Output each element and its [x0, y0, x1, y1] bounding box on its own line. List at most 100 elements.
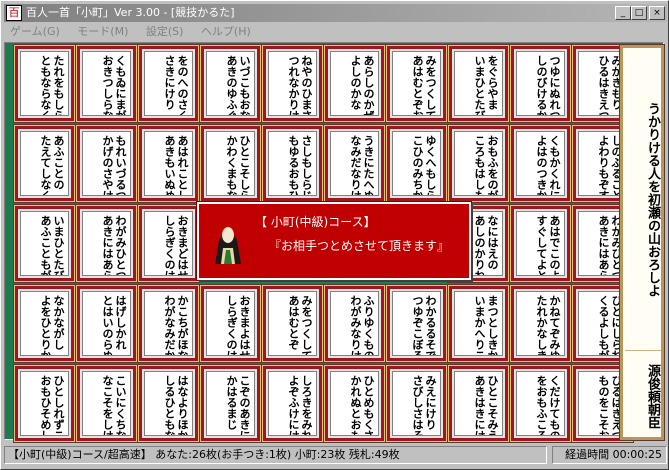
torifuda-card[interactable]: くだけてもの をおもふころかな — [510, 365, 571, 442]
torifuda-card[interactable]: ひとこそみえね あきはきにけり — [448, 365, 509, 442]
torifuda-card[interactable]: こいにくちなむ なこそをしけれ — [76, 365, 137, 442]
maximize-button[interactable]: □ — [631, 6, 647, 20]
card-text: あはでこのよを すぐしてよとや — [535, 215, 561, 276]
card-face: おきまよはせる しらぎくのはな — [206, 291, 255, 356]
torifuda-card[interactable]: ひとこそしらね かわくまもなし — [200, 125, 261, 202]
card-face: たれをもしらむ ともならなくに — [20, 51, 69, 116]
torifuda-card[interactable]: こぞのあきには かはるまじ — [200, 365, 261, 442]
card-text: もれいづるつきの かげのさやけさ — [101, 135, 127, 196]
elapsed-time: 経過時間 00:00:25 — [552, 446, 667, 464]
torifuda-card[interactable]: はなよりほかに しるひともなし — [138, 365, 199, 442]
card-text: ひとこそしらね かわくまもなし — [225, 135, 251, 196]
opponent-dialog[interactable]: 【 小町(中級)コース】 『お相手つとめさせて頂きます』 — [197, 202, 471, 280]
minimize-button[interactable]: _ — [615, 6, 631, 20]
torifuda-card[interactable]: おもふをのが ころもはしもに — [448, 125, 509, 202]
card-face: おきまどはせる しらぎくのはな — [144, 211, 193, 276]
card-text: ふりゆくものは わがみなりけり — [349, 295, 375, 356]
card-face: みをつくしても あはむとぞ — [268, 291, 317, 356]
torifuda-card[interactable]: をのへのさくら さきにけり — [138, 45, 199, 122]
torifuda-card[interactable]: わかるるそでに つゆぞこぼるる — [386, 285, 447, 362]
torifuda-card[interactable]: わがみひとつの あきにはあらねど — [76, 205, 137, 282]
torifuda-card[interactable]: たれをもしらむ ともならなくに — [14, 45, 75, 122]
torifuda-card[interactable]: ゆくへもしらぬ こひのみちかな — [386, 125, 447, 202]
torifuda-card[interactable]: あはれことしの あきもいぬめり — [138, 125, 199, 202]
torifuda-card[interactable]: みをつくしても あはむとぞおもふ — [386, 45, 447, 122]
card-text: しろきをみれば よぞふけにける — [287, 375, 313, 436]
card-text: なかながし よをひとりかも — [39, 295, 65, 356]
card-face: いづこもおなじ あきのゆふぐれ — [206, 51, 255, 116]
torifuda-card[interactable]: をぐらやま いまひとたびの — [448, 45, 509, 122]
card-face: つゆにぬれつつ しのびけるかな — [516, 51, 565, 116]
menu-bar: ゲーム(G) モード(M) 設定(S) ヘルプ(H) — [4, 23, 667, 40]
torifuda-card[interactable]: おきまどはせる しらぎくのはな — [138, 205, 199, 282]
card-text: ひとしれずこそ おもひそめしか — [39, 375, 65, 436]
torifuda-card[interactable]: あはでこのよを すぐしてよとや — [510, 205, 571, 282]
card-face: かねてぞみゆる たれかなしき — [516, 291, 565, 356]
torifuda-card[interactable]: うきにたへぬは なみだなりけり — [324, 125, 385, 202]
card-text: くもかくれにし よはのつきかな — [535, 135, 561, 196]
menu-game[interactable]: ゲーム(G) — [10, 23, 60, 40]
menu-settings[interactable]: 設定(S) — [146, 23, 184, 40]
card-face: まつとしきかば いまかへりこむ — [454, 291, 503, 356]
card-text: みをつくしても あはむとぞ — [287, 295, 313, 356]
torifuda-card[interactable]: なかながし よをひとりかも — [14, 285, 75, 362]
card-face: ふりゆくものは わがみなりけり — [330, 291, 379, 356]
card-text: おきまよはせる しらぎくのはな — [225, 295, 251, 356]
torifuda-card[interactable]: つゆにぬれつつ しのびけるかな — [510, 45, 571, 122]
card-text: さしもしらじな もゆるおもひを — [287, 135, 313, 196]
dialog-course: 【 小町(中級)コース】 — [255, 215, 376, 229]
card-text: くもゐにまがふ おきつしらなみ — [101, 55, 127, 116]
card-face: こぞのあきには かはるまじ — [206, 371, 255, 436]
torifuda-card[interactable]: ふりゆくものは わがみなりけり — [324, 285, 385, 362]
window-title: 百人一首「小町」Ver 3.00 - [競技かるた] — [26, 6, 235, 19]
card-face: くもゐにまがふ おきつしらなみ — [82, 51, 131, 116]
menu-mode[interactable]: モード(M) — [77, 23, 128, 40]
card-text: ゆくへもしらぬ こひのみちかな — [411, 135, 437, 196]
card-text: はげしかれ とはいのらぬを — [101, 295, 127, 356]
reading-card: うかりける人を初瀬の山おろしよ 源俊頼朝臣 — [619, 44, 665, 441]
torifuda-card[interactable]: ひとしれずこそ おもひそめしか — [14, 365, 75, 442]
app-window: 百 百人一首「小町」Ver 3.00 - [競技かるた] _ □ × ゲーム(G… — [0, 0, 669, 470]
card-face: をのへのさくら さきにけり — [144, 51, 193, 116]
dialog-message: 『お相手つとめさせて頂きます』 — [269, 239, 450, 253]
card-text: なにはえの あしのかりね — [473, 215, 499, 276]
torifuda-card[interactable]: もれいづるつきの かげのさやけさ — [76, 125, 137, 202]
card-face: しろきをみれば よぞふけにける — [268, 371, 317, 436]
torifuda-card[interactable]: まつとしきかば いまかへりこむ — [448, 285, 509, 362]
torifuda-card[interactable]: おきまよはせる しらぎくのはな — [200, 285, 261, 362]
torifuda-card[interactable]: くもかくれにし よはのつきかな — [510, 125, 571, 202]
torifuda-card[interactable]: あふことの たえてしなくは — [14, 125, 75, 202]
komachi-portrait-icon — [211, 218, 245, 264]
torifuda-card[interactable]: みえにけり さびしさはそこ — [386, 365, 447, 442]
torifuda-card[interactable]: いづこもおなじ あきのゆふぐれ — [200, 45, 261, 122]
menu-help[interactable]: ヘルプ(H) — [201, 23, 251, 40]
close-button[interactable]: × — [649, 6, 665, 20]
card-face: くもかくれにし よはのつきかな — [516, 131, 565, 196]
card-face: ひとこそしらね かわくまもなし — [206, 131, 255, 196]
card-text: わかるるそでに つゆぞこぼるる — [411, 295, 437, 356]
card-face: をぐらやま いまひとたびの — [454, 51, 503, 116]
card-text: みえにけり さびしさはそこ — [411, 375, 437, 436]
torifuda-card[interactable]: さしもしらじな もゆるおもひを — [262, 125, 323, 202]
torifuda-card[interactable]: くもゐにまがふ おきつしらなみ — [76, 45, 137, 122]
title-bar[interactable]: 百 百人一首「小町」Ver 3.00 - [競技かるた] _ □ × — [4, 4, 667, 22]
card-text: あらしのかぜに よしのかな — [349, 55, 375, 116]
card-text: こいにくちなむ なこそをしけれ — [101, 375, 127, 436]
card-text: ねやのひまさへ つれなかりけり — [287, 55, 313, 116]
torifuda-card[interactable]: かねてぞみゆる たれかなしき — [510, 285, 571, 362]
card-text: をぐらやま いまひとたびの — [473, 55, 499, 116]
torifuda-card[interactable]: ひとめもくさも かれぬとおもへば — [324, 365, 385, 442]
card-face: ひとこそみえね あきはきにけり — [454, 371, 503, 436]
card-face: はげしかれ とはいのらぬを — [82, 291, 131, 356]
torifuda-card[interactable]: あらしのかぜに よしのかな — [324, 45, 385, 122]
card-face: わかるるそでに つゆぞこぼるる — [392, 291, 441, 356]
torifuda-card[interactable]: しろきをみれば よぞふけにける — [262, 365, 323, 442]
torifuda-card[interactable]: はげしかれ とはいのらぬを — [76, 285, 137, 362]
torifuda-card[interactable]: みをつくしても あはむとぞ — [262, 285, 323, 362]
torifuda-card[interactable]: かこちがほなる わがなみだかな — [138, 285, 199, 362]
torifuda-card[interactable]: ねやのひまさへ つれなかりけり — [262, 45, 323, 122]
torifuda-card[interactable]: いまひとたびの あふこともがな — [14, 205, 75, 282]
card-face: あはれことしの あきもいぬめり — [144, 131, 193, 196]
app-icon[interactable]: 百 — [6, 5, 22, 21]
card-text: かねてぞみゆる たれかなしき — [535, 295, 561, 356]
